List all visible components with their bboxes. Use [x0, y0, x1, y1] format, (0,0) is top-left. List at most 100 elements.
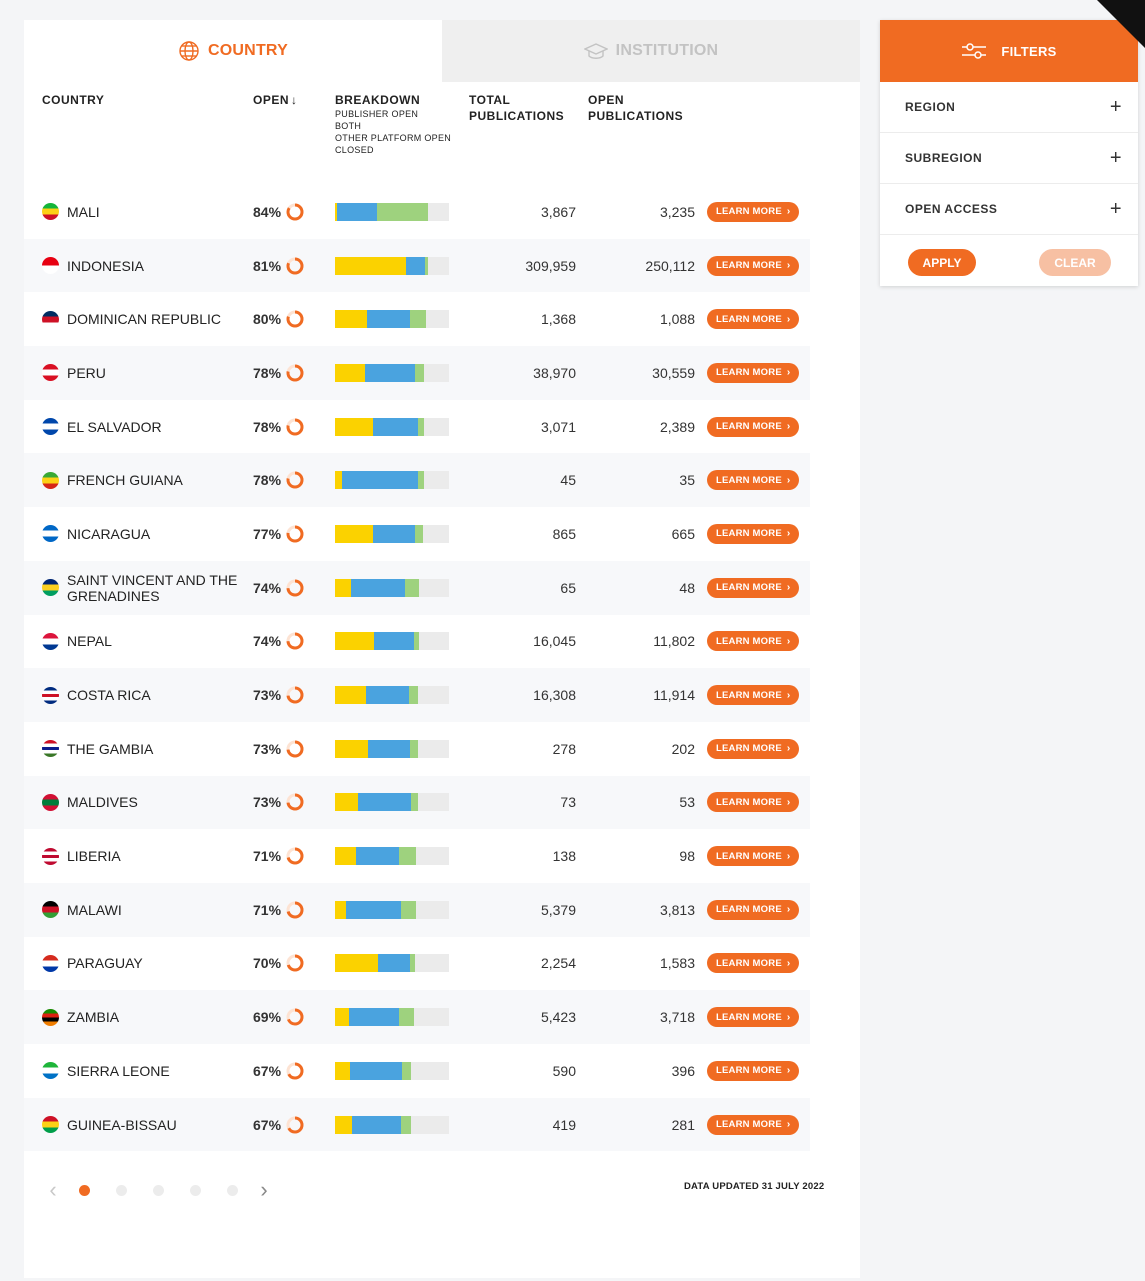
learn-more-button[interactable]: LEARN MORE ›	[707, 523, 800, 544]
header-country[interactable]: COUNTRY	[42, 92, 104, 108]
prev-page-icon[interactable]: ‹	[40, 1177, 66, 1203]
learn-more-button[interactable]: LEARN MORE ›	[707, 738, 800, 759]
learn-more-button[interactable]: LEARN MORE ›	[707, 255, 800, 276]
total-publications: 590	[552, 1062, 576, 1079]
clear-button[interactable]: CLEAR	[1039, 249, 1111, 276]
learn-more-button[interactable]: LEARN MORE ›	[707, 1060, 800, 1081]
learn-more-button[interactable]: LEARN MORE ›	[707, 1007, 800, 1028]
country-name: LIBERIA	[67, 848, 121, 865]
pagination-dot[interactable]	[116, 1184, 127, 1196]
chevron-right-icon: ›	[786, 743, 791, 755]
next-page-icon[interactable]: ›	[251, 1177, 277, 1203]
segment-other-platform-open	[404, 578, 420, 597]
learn-more-button[interactable]: LEARN MORE ›	[707, 577, 800, 598]
breakdown-bar	[335, 686, 449, 705]
tab-institution[interactable]: INSTITUTION	[442, 20, 860, 82]
open-percentage: 78%	[253, 346, 313, 400]
segment-publisher-open	[335, 524, 373, 543]
header-open-publications[interactable]: OPEN PUBLICATIONS	[588, 92, 683, 124]
corner-decoration	[1097, 0, 1145, 48]
legend-publisher-open: PUBLISHER OPEN	[335, 109, 419, 119]
open-percentage-value: 73%	[253, 794, 282, 811]
open-percentage-value: 71%	[253, 848, 282, 865]
segment-both	[368, 739, 411, 758]
breakdown-bar	[335, 1061, 449, 1080]
sort-arrow-icon: ↓	[291, 93, 298, 107]
open-percentage: 67%	[253, 1044, 313, 1098]
learn-more-label: LEARN MORE	[716, 1119, 782, 1131]
plus-icon[interactable]: +	[1110, 198, 1122, 221]
open-percentage-value: 77%	[253, 525, 282, 542]
learn-more-button[interactable]: LEARN MORE ›	[707, 846, 800, 867]
segment-publisher-open	[335, 1115, 353, 1134]
filter-region[interactable]: REGION +	[880, 82, 1138, 133]
segment-both	[364, 363, 415, 382]
open-publications: 1,088	[659, 311, 695, 328]
legend-other-platform-open: OTHER PLATFORM OPEN	[335, 133, 452, 143]
learn-more-button[interactable]: LEARN MORE ›	[707, 1114, 800, 1135]
open-percentage-value: 70%	[253, 955, 282, 972]
segment-other-platform-open	[410, 954, 415, 973]
learn-more-button[interactable]: LEARN MORE ›	[707, 792, 800, 813]
pagination-dot[interactable]	[79, 1184, 90, 1196]
segment-both	[337, 202, 378, 221]
plus-icon[interactable]: +	[1110, 147, 1122, 170]
segment-other-platform-open	[377, 202, 429, 221]
open-publications: 3,235	[659, 203, 695, 220]
learn-more-button[interactable]: LEARN MORE ›	[707, 416, 800, 437]
breakdown-bar	[335, 954, 449, 973]
country-name: PERU	[67, 364, 106, 381]
learn-more-button[interactable]: LEARN MORE ›	[707, 953, 800, 974]
segment-other-platform-open	[414, 363, 424, 382]
country-flag-icon	[42, 310, 59, 328]
segment-other-platform-open	[409, 686, 419, 705]
learn-more-button[interactable]: LEARN MORE ›	[707, 362, 800, 383]
open-progress-ring-icon	[286, 632, 304, 650]
open-publications: 98	[679, 848, 695, 865]
pagination-dot[interactable]	[227, 1184, 238, 1196]
apply-button[interactable]: APPLY	[908, 249, 976, 276]
tab-country[interactable]: COUNTRY	[24, 20, 442, 82]
learn-more-label: LEARN MORE	[716, 957, 782, 969]
plus-icon[interactable]: +	[1110, 96, 1122, 119]
learn-more-button[interactable]: LEARN MORE ›	[707, 201, 800, 222]
open-percentage: 73%	[253, 722, 313, 776]
country-name: MALAWI	[67, 901, 122, 918]
segment-other-platform-open	[410, 739, 419, 758]
header-breakdown: BREAKDOWN PUBLISHER OPEN BOTH OTHER PLAT…	[335, 92, 451, 156]
learn-more-button[interactable]: LEARN MORE ›	[707, 899, 800, 920]
graduation-cap-icon	[583, 41, 608, 61]
breakdown-bar	[335, 793, 449, 812]
segment-both	[349, 1061, 403, 1080]
segment-other-platform-open	[418, 471, 424, 490]
country-name: SAINT VINCENT AND THE GRENADINES	[67, 571, 238, 604]
pagination-dot[interactable]	[190, 1184, 201, 1196]
open-progress-ring-icon	[286, 310, 304, 328]
total-publications: 73	[560, 794, 576, 811]
breakdown-bar	[335, 256, 449, 275]
header-open[interactable]: OPEN ↓	[253, 92, 298, 108]
learn-more-button[interactable]: LEARN MORE ›	[707, 631, 800, 652]
country-name: ZAMBIA	[67, 1009, 120, 1026]
filter-open-access[interactable]: OPEN ACCESS +	[880, 184, 1138, 235]
filter-subregion[interactable]: SUBREGION +	[880, 133, 1138, 184]
pagination-dot[interactable]	[153, 1184, 164, 1196]
segment-publisher-open	[335, 900, 347, 919]
open-percentage-value: 69%	[253, 1009, 282, 1026]
filter-open-access-label: OPEN ACCESS	[905, 202, 998, 216]
data-updated-note: DATA UPDATED 31 JULY 2022	[684, 1181, 825, 1192]
learn-more-button[interactable]: LEARN MORE ›	[707, 309, 800, 330]
country-flag-icon	[42, 686, 59, 704]
table-body: MALI 84% 3,867 3,235 LEARN MORE › INDONESIA 81%…	[24, 185, 810, 1152]
learn-more-label: LEARN MORE	[716, 260, 782, 272]
learn-more-button[interactable]: LEARN MORE ›	[707, 685, 800, 706]
open-percentage-value: 81%	[253, 257, 282, 274]
total-publications: 3,867	[540, 203, 576, 220]
learn-more-button[interactable]: LEARN MORE ›	[707, 470, 800, 491]
breakdown-bar	[335, 1115, 449, 1134]
chevron-right-icon: ›	[786, 635, 791, 647]
header-total-publications[interactable]: TOTAL PUBLICATIONS	[469, 92, 564, 124]
open-percentage-value: 78%	[253, 364, 282, 381]
open-publications: 11,914	[653, 687, 695, 704]
header-open-pubs-line2: PUBLICATIONS	[588, 109, 684, 123]
